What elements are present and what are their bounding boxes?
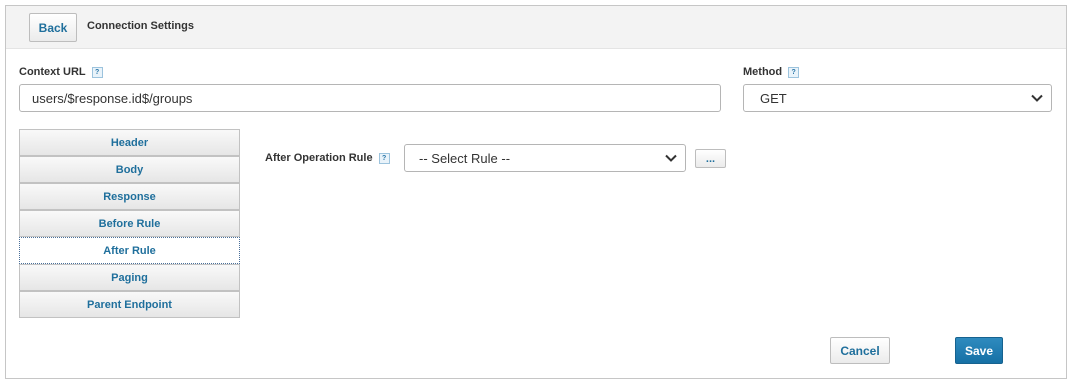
method-label-row: Method ? — [743, 66, 800, 78]
method-selected-value: GET — [760, 90, 787, 106]
back-button[interactable]: Back — [29, 13, 77, 42]
cancel-button[interactable]: Cancel — [830, 337, 890, 364]
connection-settings-panel: Back Connection Settings Context URL ? u… — [5, 5, 1067, 379]
top-bar: Back Connection Settings — [6, 6, 1066, 49]
tab-after-rule[interactable]: After Rule — [19, 237, 240, 264]
help-icon[interactable]: ? — [788, 66, 800, 78]
chevron-down-icon — [1031, 94, 1043, 102]
after-rule-selected-value: -- Select Rule -- — [419, 150, 511, 166]
method-label: Method — [743, 66, 783, 78]
context-url-label-row: Context URL ? — [19, 66, 103, 78]
tab-body[interactable]: Body — [19, 156, 240, 183]
tab-header[interactable]: Header — [19, 129, 240, 156]
after-operation-rule-label: After Operation Rule — [265, 152, 373, 164]
tab-before-rule[interactable]: Before Rule — [19, 210, 240, 237]
context-url-value: users/$response.id$/groups — [32, 90, 193, 106]
after-rule-select[interactable]: -- Select Rule -- — [404, 144, 686, 172]
rule-more-button[interactable]: ... — [695, 149, 726, 168]
after-rule-label-row: After Operation Rule ? — [265, 152, 390, 164]
context-url-input[interactable]: users/$response.id$/groups — [19, 84, 721, 112]
save-button[interactable]: Save — [955, 337, 1003, 364]
help-icon[interactable]: ? — [378, 152, 390, 164]
tab-parent-endpoint[interactable]: Parent Endpoint — [19, 291, 240, 318]
method-select[interactable]: GET — [743, 84, 1052, 112]
tab-response[interactable]: Response — [19, 183, 240, 210]
context-url-label: Context URL — [19, 66, 86, 78]
section-tabs: Header Body Response Before Rule After R… — [19, 129, 241, 318]
chevron-down-icon — [665, 154, 677, 162]
help-icon[interactable]: ? — [91, 66, 103, 78]
page-title: Connection Settings — [87, 20, 194, 32]
tab-paging[interactable]: Paging — [19, 264, 240, 291]
